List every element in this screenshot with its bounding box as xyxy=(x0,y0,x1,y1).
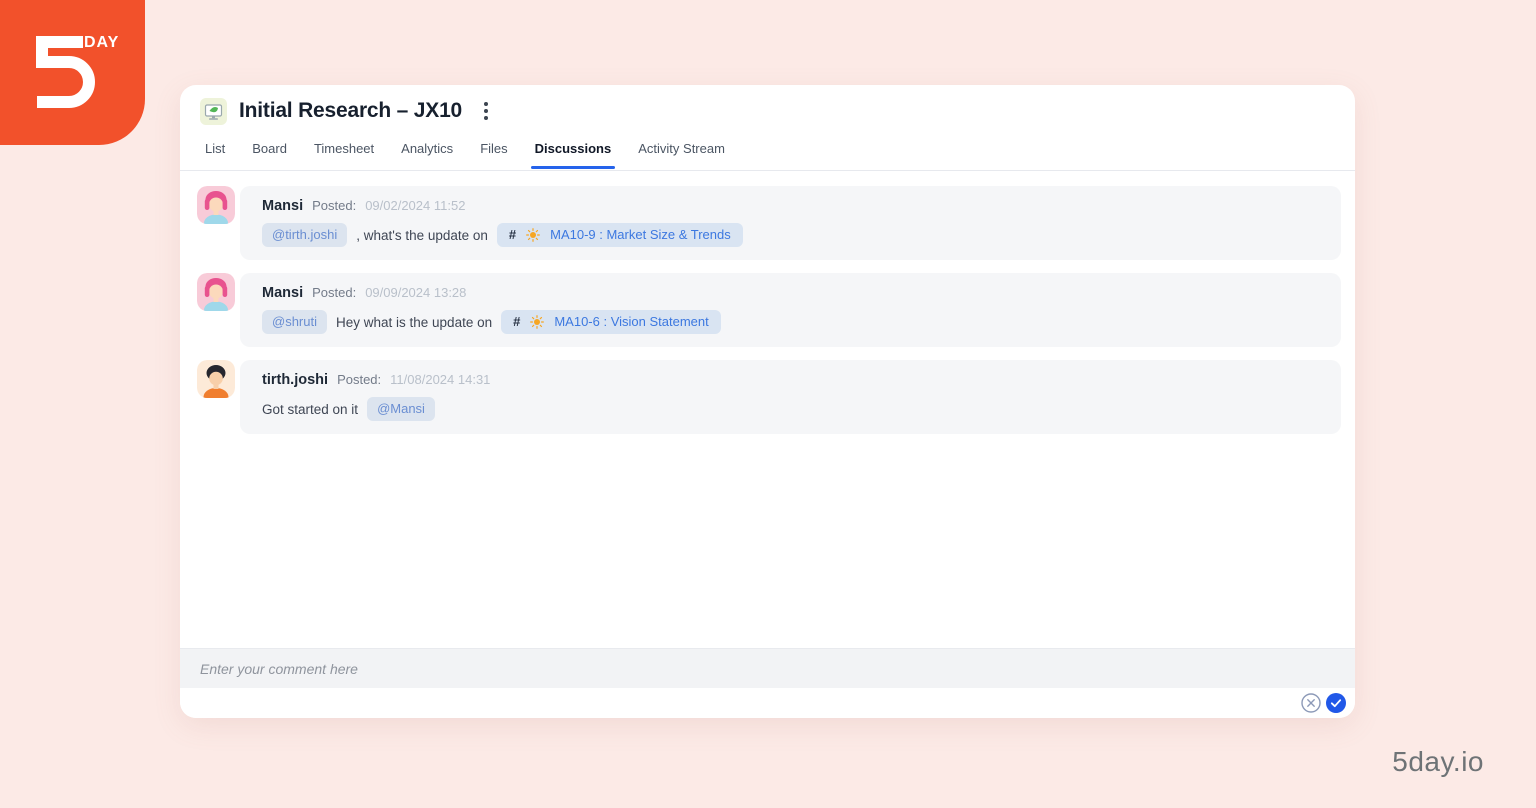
posted-label: Posted: xyxy=(312,198,357,213)
mention-chip[interactable]: @tirth.joshi xyxy=(262,223,348,247)
more-options-icon[interactable] xyxy=(480,98,492,124)
check-icon xyxy=(1326,693,1346,713)
discussion-message: Mansi Posted: 09/02/2024 11:52 @tirth.jo… xyxy=(197,186,1341,260)
discussion-message: Mansi Posted: 09/09/2024 13:28 @shruti H… xyxy=(197,273,1341,347)
priority-sun-icon xyxy=(526,228,541,242)
message-author: Mansi xyxy=(262,198,304,214)
panel-header: Initial Research – JX10 xyxy=(180,85,1355,137)
mention-chip[interactable]: @Mansi xyxy=(367,397,435,421)
composer-actions xyxy=(180,688,1355,718)
message-body: @shruti Hey what is the update on # MA10… xyxy=(262,310,1319,334)
task-link-label: MA10-9 : Market Size & Trends xyxy=(550,227,731,242)
project-icon xyxy=(200,97,227,125)
brand-watermark: 5day.io xyxy=(1392,746,1484,777)
mention-chip[interactable]: @shruti xyxy=(262,310,327,334)
brand-5day-icon: DAY xyxy=(36,34,119,108)
tab-bar: List Board Timesheet Analytics Files Dis… xyxy=(180,137,1355,171)
avatar-mansi xyxy=(197,186,235,224)
posted-timestamp: 11/08/2024 14:31 xyxy=(390,372,491,387)
task-link-chip[interactable]: # MA10-6 : Vision Statement xyxy=(501,310,721,334)
discussion-message: tirth.joshi Posted: 11/08/2024 14:31 Got… xyxy=(197,360,1341,434)
close-icon xyxy=(1301,693,1321,713)
message-text: Hey what is the update on xyxy=(336,314,493,330)
comment-composer xyxy=(180,648,1355,688)
tab-files[interactable]: Files xyxy=(480,137,507,168)
message-text: , what's the update on xyxy=(356,227,488,243)
tab-timesheet[interactable]: Timesheet xyxy=(314,137,374,168)
message-card: tirth.joshi Posted: 11/08/2024 14:31 Got… xyxy=(240,360,1341,434)
message-header: Mansi Posted: 09/09/2024 13:28 xyxy=(262,285,1319,301)
avatar-tirth-joshi xyxy=(197,360,235,398)
posted-timestamp: 09/09/2024 13:28 xyxy=(365,285,467,300)
message-card: Mansi Posted: 09/02/2024 11:52 @tirth.jo… xyxy=(240,186,1341,260)
tab-board[interactable]: Board xyxy=(252,137,287,168)
project-panel: Initial Research – JX10 List Board Times… xyxy=(180,85,1355,718)
posted-label: Posted: xyxy=(337,372,382,387)
priority-sun-icon xyxy=(530,315,545,329)
message-body: @tirth.joshi , what's the update on # MA… xyxy=(262,223,1319,247)
svg-text:DAY: DAY xyxy=(84,34,119,51)
discussion-list: Mansi Posted: 09/02/2024 11:52 @tirth.jo… xyxy=(180,171,1355,648)
posted-label: Posted: xyxy=(312,285,357,300)
brand-logo: DAY xyxy=(0,0,145,145)
message-body: Got started on it @Mansi xyxy=(262,397,1319,421)
message-author: Mansi xyxy=(262,285,304,301)
tab-list[interactable]: List xyxy=(205,137,225,168)
submit-comment-button[interactable] xyxy=(1326,693,1346,713)
message-author: tirth.joshi xyxy=(262,372,329,388)
avatar-mansi xyxy=(197,273,235,311)
tab-analytics[interactable]: Analytics xyxy=(401,137,453,168)
task-link-chip[interactable]: # MA10-9 : Market Size & Trends xyxy=(496,223,743,247)
message-header: tirth.joshi Posted: 11/08/2024 14:31 xyxy=(262,372,1319,388)
task-link-label: MA10-6 : Vision Statement xyxy=(554,314,709,329)
message-text: Got started on it xyxy=(262,401,359,417)
hash-icon: # xyxy=(513,314,521,329)
posted-timestamp: 09/02/2024 11:52 xyxy=(365,198,466,213)
tab-activity-stream[interactable]: Activity Stream xyxy=(638,137,725,168)
message-header: Mansi Posted: 09/02/2024 11:52 xyxy=(262,198,1319,214)
comment-input[interactable] xyxy=(200,660,1335,677)
hash-icon: # xyxy=(508,227,517,242)
app-background: { "logo": { "digit": "5", "text": "DAY" … xyxy=(0,0,1536,808)
tab-discussions[interactable]: Discussions xyxy=(530,137,615,169)
page-title: Initial Research – JX10 xyxy=(239,99,463,122)
message-card: Mansi Posted: 09/09/2024 13:28 @shruti H… xyxy=(240,273,1341,347)
cancel-comment-button[interactable] xyxy=(1301,693,1321,713)
